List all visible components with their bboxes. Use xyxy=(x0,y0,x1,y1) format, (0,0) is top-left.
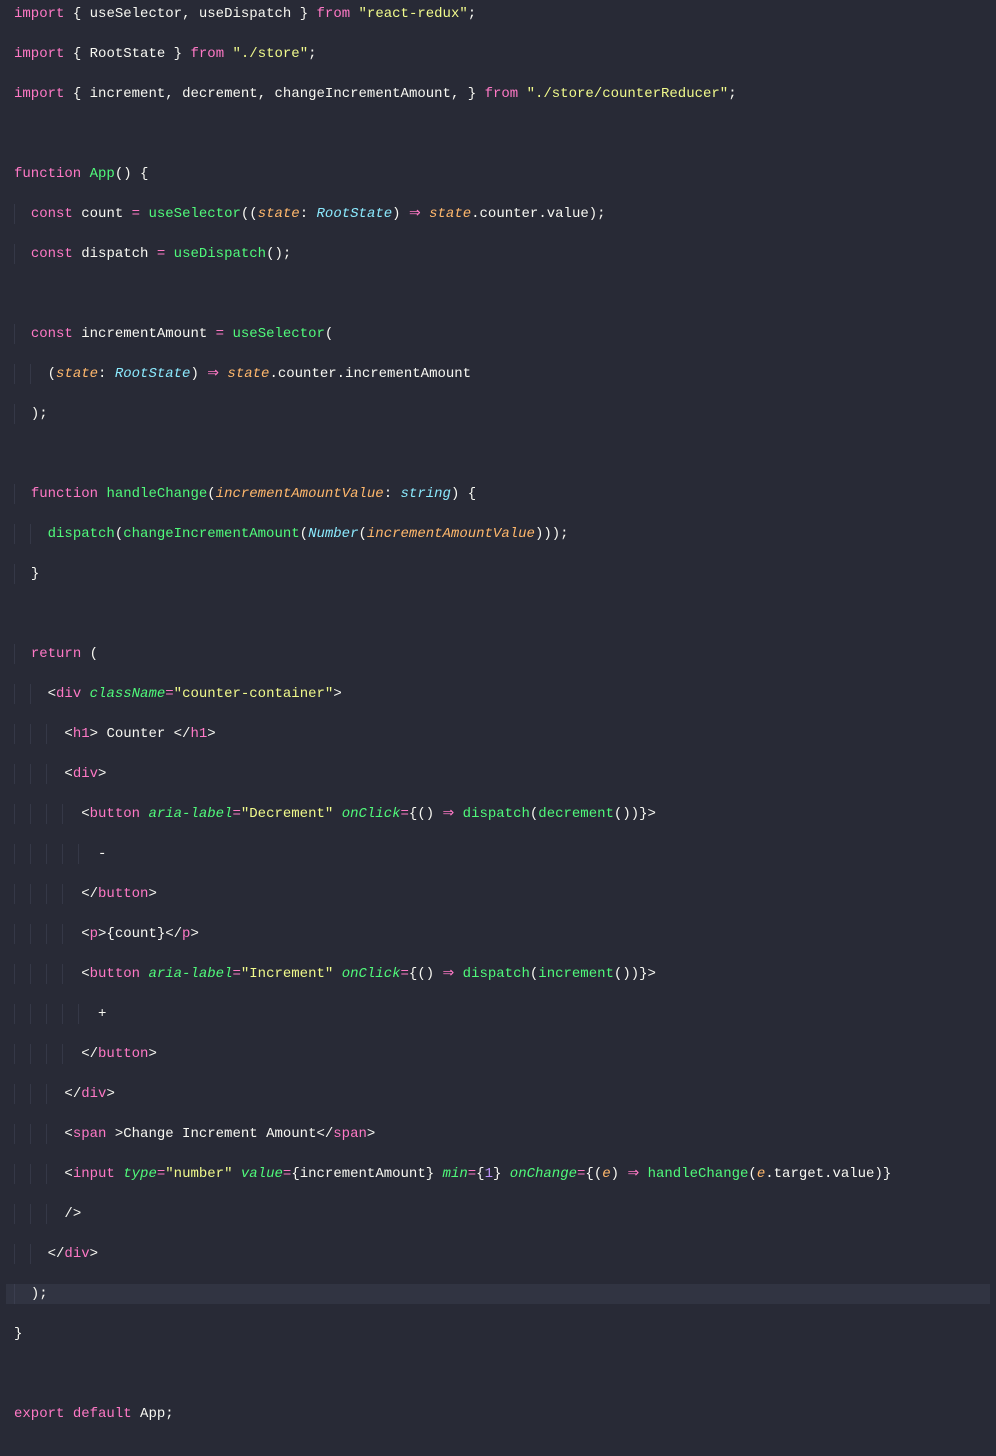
code-line[interactable]: } xyxy=(6,1324,990,1344)
code-line[interactable]: </button> xyxy=(6,884,990,904)
code-text: - xyxy=(14,846,106,862)
code-text: const count = useSelector((state: RootSt… xyxy=(14,206,606,222)
code-line[interactable]: const incrementAmount = useSelector( xyxy=(6,324,990,344)
code-line[interactable]: ); xyxy=(6,404,990,424)
code-line[interactable]: import { useSelector, useDispatch } from… xyxy=(6,4,990,24)
code-line[interactable]: } xyxy=(6,564,990,584)
code-line[interactable]: <div> xyxy=(6,764,990,784)
code-text: ); xyxy=(14,1286,48,1302)
code-line[interactable]: export default App; xyxy=(6,1404,990,1424)
code-text: <span >Change Increment Amount</span> xyxy=(14,1126,375,1142)
code-line[interactable]: + xyxy=(6,1004,990,1024)
code-line[interactable]: function handleChange(incrementAmountVal… xyxy=(6,484,990,504)
code-line[interactable] xyxy=(6,284,990,304)
code-line[interactable]: dispatch(changeIncrementAmount(Number(in… xyxy=(6,524,990,544)
code-line[interactable]: </div> xyxy=(6,1084,990,1104)
code-line[interactable]: (state: RootState) ⇒ state.counter.incre… xyxy=(6,364,990,384)
code-line[interactable]: /> xyxy=(6,1204,990,1224)
code-editor[interactable]: import { useSelector, useDispatch } from… xyxy=(0,0,996,1456)
code-text: import { useSelector, useDispatch } from… xyxy=(14,6,476,22)
code-line[interactable]: <button aria-label="Decrement" onClick={… xyxy=(6,804,990,824)
code-text: </div> xyxy=(14,1246,98,1262)
code-line[interactable]: <div className="counter-container"> xyxy=(6,684,990,704)
code-line[interactable]: </button> xyxy=(6,1044,990,1064)
code-text: function App() { xyxy=(14,166,148,182)
code-line[interactable]: const dispatch = useDispatch(); xyxy=(6,244,990,264)
code-text: ); xyxy=(14,406,48,422)
code-line[interactable]: <button aria-label="Increment" onClick={… xyxy=(6,964,990,984)
code-line[interactable]: import { RootState } from "./store"; xyxy=(6,44,990,64)
code-line[interactable]: const count = useSelector((state: RootSt… xyxy=(6,204,990,224)
code-text: + xyxy=(14,1006,106,1022)
code-line[interactable]: <h1> Counter </h1> xyxy=(6,724,990,744)
code-text: return ( xyxy=(14,646,98,662)
code-text: const dispatch = useDispatch(); xyxy=(14,246,291,262)
code-line[interactable]: function App() { xyxy=(6,164,990,184)
code-text: <div className="counter-container"> xyxy=(14,686,342,702)
code-text: <div> xyxy=(14,766,106,782)
code-text: const incrementAmount = useSelector( xyxy=(14,326,333,342)
code-text: import { increment, decrement, changeInc… xyxy=(14,86,737,102)
code-line[interactable]: <input type="number" value={incrementAmo… xyxy=(6,1164,990,1184)
code-text: } xyxy=(14,1326,22,1342)
code-text: /> xyxy=(14,1206,81,1222)
code-text: (state: RootState) ⇒ state.counter.incre… xyxy=(14,366,471,382)
code-line[interactable] xyxy=(6,604,990,624)
code-text: <button aria-label="Decrement" onClick={… xyxy=(14,806,656,822)
code-text: <button aria-label="Increment" onClick={… xyxy=(14,966,656,982)
code-text: import { RootState } from "./store"; xyxy=(14,46,317,62)
code-line[interactable]: import { increment, decrement, changeInc… xyxy=(6,84,990,104)
code-text: <p>{count}</p> xyxy=(14,926,199,942)
code-text: </button> xyxy=(14,1046,157,1062)
code-text: export default App; xyxy=(14,1406,174,1422)
code-line[interactable]: return ( xyxy=(6,644,990,664)
code-text: dispatch(changeIncrementAmount(Number(in… xyxy=(14,526,569,542)
code-line[interactable] xyxy=(6,124,990,144)
code-text: </button> xyxy=(14,886,157,902)
code-line[interactable] xyxy=(6,1364,990,1384)
code-text: } xyxy=(14,566,39,582)
code-text: <h1> Counter </h1> xyxy=(14,726,216,742)
code-line[interactable]: ); xyxy=(6,1284,990,1304)
code-line[interactable]: - xyxy=(6,844,990,864)
code-text: function handleChange(incrementAmountVal… xyxy=(14,486,476,502)
code-line[interactable]: </div> xyxy=(6,1244,990,1264)
code-line[interactable]: <span >Change Increment Amount</span> xyxy=(6,1124,990,1144)
code-line[interactable] xyxy=(6,444,990,464)
code-text: <input type="number" value={incrementAmo… xyxy=(14,1166,891,1182)
code-text: </div> xyxy=(14,1086,115,1102)
code-line[interactable]: <p>{count}</p> xyxy=(6,924,990,944)
